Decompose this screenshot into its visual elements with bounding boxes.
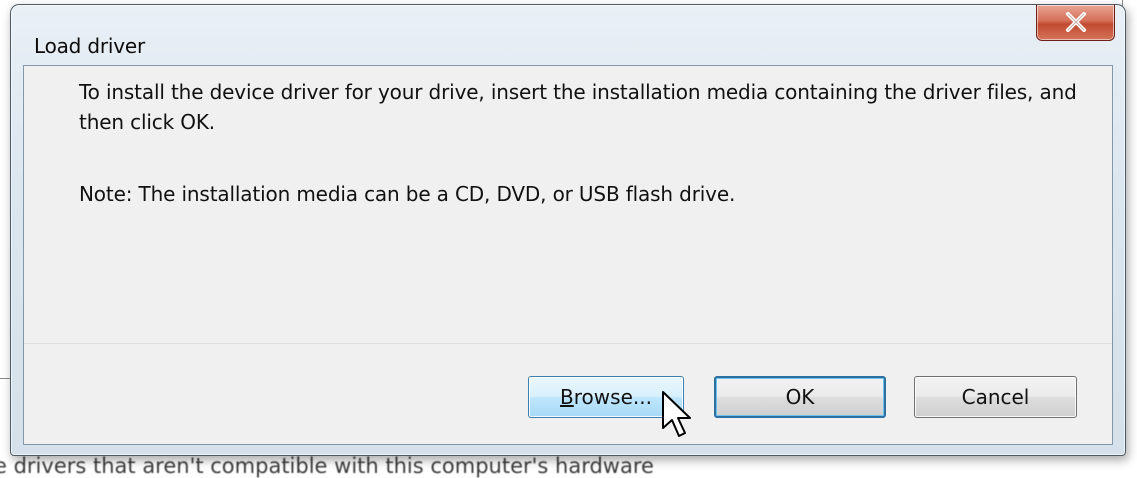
browse-accelerator: B <box>560 385 574 409</box>
message-area: To install the device driver for your dr… <box>24 66 1112 343</box>
close-button[interactable] <box>1036 5 1115 41</box>
ok-label: OK <box>785 385 815 409</box>
load-driver-dialog: Load driver To install the device driver… <box>10 4 1126 456</box>
cancel-label: Cancel <box>961 385 1030 409</box>
dialog-client-area: To install the device driver for your dr… <box>23 65 1113 445</box>
arrow-cursor-icon <box>662 391 691 437</box>
title-bar[interactable]: Load driver <box>11 5 1125 65</box>
button-footer: Browse... OK Cancel <box>24 344 1112 444</box>
cancel-button[interactable]: Cancel <box>914 376 1077 418</box>
background-partial-text: e drivers that aren't compatible with th… <box>0 454 654 478</box>
note-text: Note: The installation media can be a CD… <box>79 182 736 206</box>
close-icon <box>1066 12 1086 32</box>
ok-button[interactable]: OK <box>714 376 886 418</box>
browse-label: rowse... <box>573 385 652 409</box>
instruction-text: To install the device driver for your dr… <box>79 80 1077 134</box>
dialog-title: Load driver <box>34 34 145 58</box>
